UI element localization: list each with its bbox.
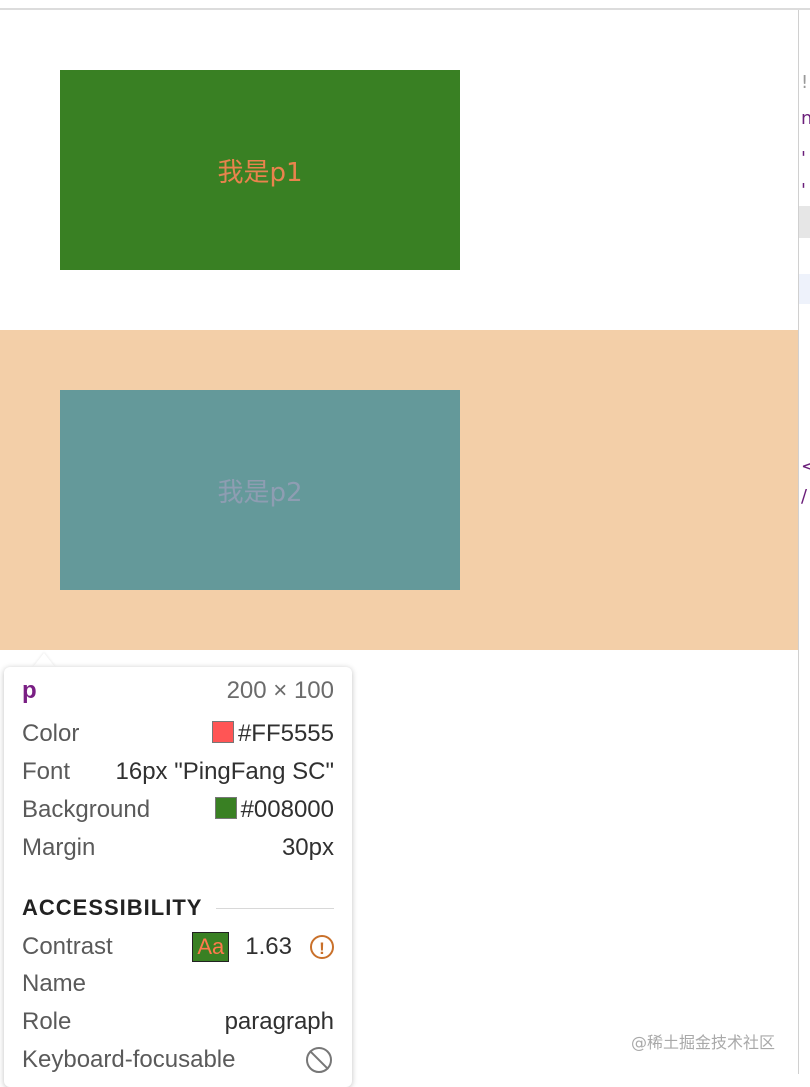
edge-glyph: n bbox=[801, 108, 810, 129]
margin-value: 30px bbox=[281, 834, 334, 861]
contrast-row: Contrast Aa 1.63 ! bbox=[22, 932, 334, 962]
section-divider bbox=[216, 907, 334, 909]
background-value-wrap: #008000 bbox=[214, 796, 334, 824]
background-value: #008000 bbox=[240, 796, 334, 823]
color-value-wrap: #FF5555 bbox=[211, 720, 334, 748]
background-label: Background bbox=[22, 796, 151, 823]
window-top-border bbox=[0, 0, 810, 10]
edge-glyph: / bbox=[801, 486, 808, 507]
element-dimensions: 200 × 100 bbox=[226, 677, 334, 704]
background-row: Background #008000 bbox=[22, 796, 334, 824]
contrast-label: Contrast bbox=[22, 933, 113, 960]
watermark: @稀土掘金技术社区 bbox=[631, 1033, 776, 1052]
edge-glyph: ' bbox=[801, 180, 806, 201]
contrast-value-wrap: Aa 1.63 ! bbox=[192, 932, 334, 962]
p1-text: 我是p1 bbox=[217, 157, 303, 188]
keyboard-focusable-label: Keyboard-focusable bbox=[22, 1046, 236, 1073]
margin-row: Margin 30px bbox=[22, 834, 334, 862]
color-label: Color bbox=[22, 720, 80, 747]
font-label: Font bbox=[22, 758, 71, 785]
keyboard-focusable-row: Keyboard-focusable bbox=[22, 1046, 334, 1074]
role-row: Role paragraph bbox=[22, 1008, 334, 1036]
orange-section: 我是p2 bbox=[0, 330, 798, 650]
paragraph-p1[interactable]: 我是p1 bbox=[60, 70, 460, 270]
edge-selection bbox=[799, 274, 810, 304]
warning-circle-icon: ! bbox=[310, 935, 334, 959]
devtools-panel-edge[interactable]: ! n ' ' < / bbox=[798, 10, 810, 1074]
contrast-sample: Aa bbox=[192, 932, 230, 962]
contrast-ratio: 1.63 bbox=[245, 933, 292, 960]
font-value: 16px "PingFang SC" bbox=[115, 758, 335, 785]
tooltip-arrow bbox=[33, 653, 55, 667]
not-allowed-icon bbox=[306, 1047, 332, 1073]
paragraph-p2[interactable]: 我是p2 bbox=[60, 390, 460, 590]
color-value: #FF5555 bbox=[237, 720, 334, 747]
edge-glyph: < bbox=[801, 456, 810, 477]
role-value: paragraph bbox=[224, 1008, 334, 1035]
name-label: Name bbox=[22, 970, 87, 997]
p2-text: 我是p2 bbox=[217, 477, 303, 508]
accessibility-heading: ACCESSIBILITY bbox=[22, 895, 334, 921]
margin-label: Margin bbox=[22, 834, 96, 861]
role-label: Role bbox=[22, 1008, 72, 1035]
background-swatch bbox=[214, 797, 237, 819]
element-tag: p bbox=[22, 677, 37, 704]
accessibility-heading-text: ACCESSIBILITY bbox=[22, 895, 203, 920]
edge-glyph: ! bbox=[801, 72, 809, 93]
name-row: Name bbox=[22, 970, 334, 998]
edge-highlight bbox=[799, 206, 810, 238]
font-row: Font 16px "PingFang SC" bbox=[22, 758, 334, 786]
color-swatch bbox=[211, 721, 234, 743]
tooltip-header: p 200 × 100 bbox=[22, 677, 334, 705]
edge-glyph: ' bbox=[801, 148, 806, 169]
color-row: Color #FF5555 bbox=[22, 720, 334, 748]
inspect-tooltip: p 200 × 100 Color #FF5555 Font 16px "Pin… bbox=[4, 667, 352, 1087]
